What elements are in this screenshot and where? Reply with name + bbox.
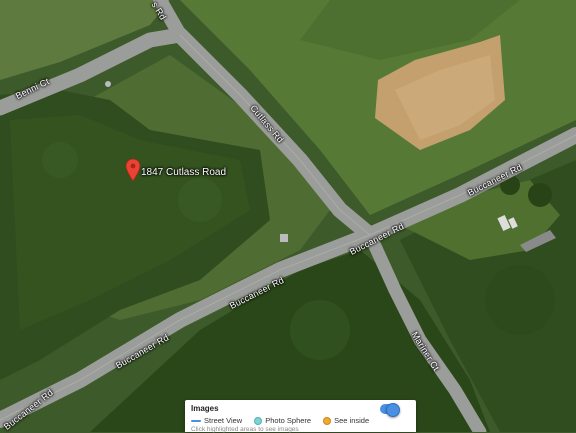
legend-items: Street View Photo Sphere See inside: [191, 416, 369, 425]
legend-item-photo-sphere: Photo Sphere: [265, 416, 312, 425]
street-view-line-icon: [191, 419, 201, 422]
legend-title: Images: [191, 404, 219, 413]
legend-item-see-inside: See inside: [334, 416, 370, 425]
see-inside-dot-icon: [323, 416, 332, 425]
photo-sphere-dot-icon: [254, 416, 263, 425]
legend-item-street-view: Street View: [204, 416, 243, 425]
place-label[interactable]: 1847 Cutlass Road: [141, 167, 226, 178]
imagery-toggle[interactable]: [380, 403, 400, 417]
imagery-legend-panel: Images Street View Photo Sphere See insi…: [185, 400, 416, 433]
location-pin-icon[interactable]: [126, 159, 140, 181]
toggle-knob: [386, 403, 400, 417]
satellite-map[interactable]: [0, 0, 576, 432]
